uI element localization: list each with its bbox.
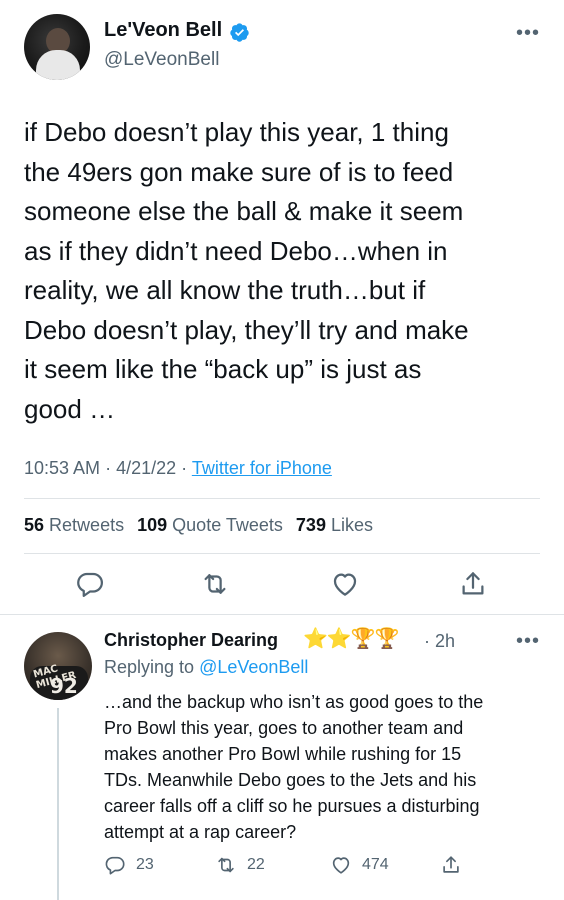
share-icon — [443, 856, 459, 873]
reply-like-button[interactable]: 474 — [330, 853, 389, 877]
retweet-icon — [218, 857, 234, 873]
author-avatar[interactable] — [24, 14, 90, 80]
likes-count: 739 — [295, 515, 326, 535]
likes-label: Likes — [330, 515, 374, 535]
reply-reply-button[interactable]: 23 — [104, 853, 154, 877]
share-icon[interactable] — [458, 569, 488, 599]
tweet-date[interactable]: 4/21/22 — [116, 458, 176, 478]
reply-share-button[interactable] — [440, 853, 472, 877]
reply-icon — [105, 856, 125, 875]
meta-separator: · — [181, 458, 192, 478]
retweets-count: 56 — [24, 515, 45, 535]
verified-badge-icon — [229, 22, 250, 43]
quotes-count: 109 — [137, 515, 168, 535]
author-handle[interactable]: @LeVeonBell — [104, 49, 219, 71]
divider — [24, 553, 540, 554]
author-name[interactable]: Le'Veon Bell — [104, 19, 222, 42]
reply-icon[interactable] — [75, 569, 105, 599]
divider — [0, 614, 564, 615]
reply-author-name[interactable]: Christopher Dearing — [104, 630, 278, 651]
retweet-icon[interactable] — [200, 569, 230, 599]
reply-time[interactable]: · 2h — [424, 631, 455, 652]
reply-retweet-button[interactable]: 22 — [215, 853, 265, 877]
reply-likes-count: 474 — [362, 856, 389, 873]
tweet-time[interactable]: 10:53 AM — [24, 458, 100, 478]
tweet-stats: 56 Retweets 109 Quote Tweets 739 Likes — [24, 515, 373, 536]
avatar-jersey-number: 92 — [50, 674, 78, 698]
tweet-source-link[interactable]: Twitter for iPhone — [192, 458, 332, 478]
avatar-body — [36, 50, 80, 80]
reply-replies-count: 23 — [136, 856, 154, 873]
replying-prefix: Replying to — [104, 657, 195, 677]
retweets-label: Retweets — [49, 515, 125, 535]
tweet-text: if Debo doesn’t play this year, 1 thing … — [24, 117, 469, 424]
reply-text: …and the backup who isn’t as good goes t… — [104, 692, 484, 842]
retweets-stat[interactable]: 56 Retweets — [24, 515, 124, 535]
reply-author-emojis: ⭐⭐🏆🏆 — [303, 628, 400, 650]
meta-separator: · — [105, 458, 117, 478]
tweet-meta: 10:53 AM · 4/21/22 · Twitter for iPhone — [24, 458, 332, 479]
reply-avatar[interactable]: MAC MILLER 92 — [24, 632, 92, 700]
like-icon[interactable] — [330, 569, 360, 599]
like-icon — [332, 857, 350, 874]
likes-stat[interactable]: 739 Likes — [296, 515, 373, 535]
quotes-label: Quote Tweets — [172, 515, 283, 535]
divider — [24, 498, 540, 499]
more-icon[interactable]: ••• — [516, 22, 540, 45]
thread-line — [57, 708, 59, 900]
more-icon[interactable]: ••• — [516, 630, 540, 653]
quotes-stat[interactable]: 109 Quote Tweets — [137, 515, 283, 535]
replying-to-handle[interactable]: @LeVeonBell — [199, 657, 308, 677]
replying-to: Replying to @LeVeonBell — [104, 657, 308, 678]
reply-retweets-count: 22 — [247, 856, 265, 873]
